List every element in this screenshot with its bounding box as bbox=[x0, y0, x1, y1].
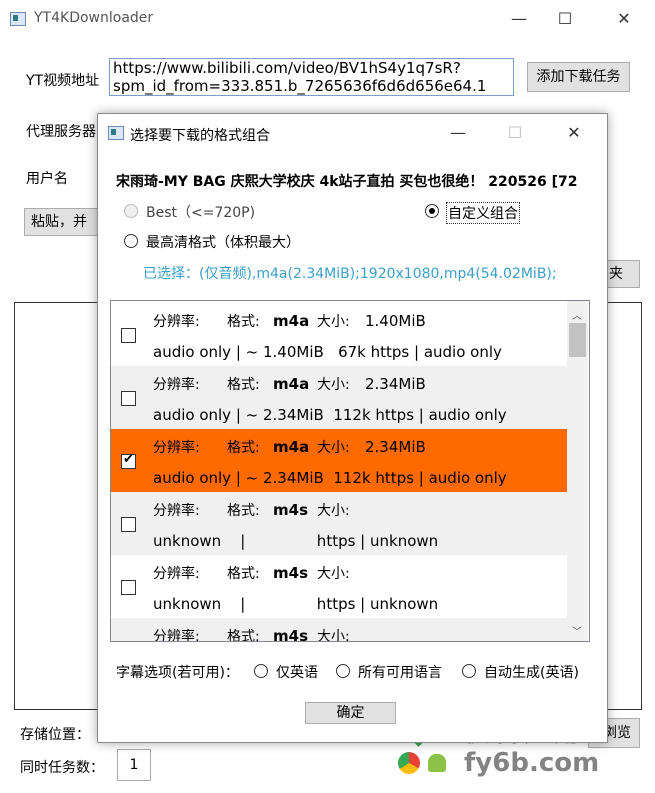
paste-button[interactable]: 粘贴，并 bbox=[24, 208, 104, 236]
format-list[interactable]: 分辨率: 格式: m4a 大小: 1.40MiB audio only | ~ 1.40M… bbox=[110, 300, 590, 642]
username-label: 用户名 bbox=[26, 171, 68, 187]
dialog-minimize-button[interactable]: — bbox=[443, 120, 473, 146]
minimize-button[interactable]: — bbox=[504, 6, 534, 32]
custom-radio[interactable] bbox=[425, 204, 439, 218]
format-row[interactable]: 分辨率: 格式: m4s 大小: bbox=[111, 618, 567, 642]
maximize-button[interactable]: ☐ bbox=[550, 6, 580, 32]
format-value: m4a bbox=[273, 312, 310, 330]
watermark-domain: fy6b.com bbox=[464, 748, 600, 778]
resolution-label: 分辨率: bbox=[153, 566, 200, 582]
dialog-title: 选择要下载的格式组合 bbox=[130, 128, 270, 144]
resolution-label: 分辨率: bbox=[153, 377, 200, 393]
selected-summary: 已选择：(仅音频),m4a(2.34MiB);1920x1080,mp4(54.… bbox=[143, 266, 557, 282]
format-row-detail: audio only | ~ 1.40MiB 67k https | audio… bbox=[153, 343, 502, 361]
scroll-down-icon[interactable]: ﹀ bbox=[572, 623, 582, 638]
size-value: 1.40MiB bbox=[365, 312, 426, 330]
highest-radio[interactable] bbox=[124, 234, 138, 248]
size-label: 大小: bbox=[317, 314, 350, 330]
subtitle-english-radio[interactable] bbox=[254, 664, 268, 678]
proxy-label: 代理服务器 bbox=[26, 124, 96, 140]
window-title-bar: YT4KDownloader — ☐ ✕ bbox=[0, 0, 655, 38]
best-option-label[interactable]: Best（<=720P) bbox=[146, 202, 255, 222]
format-checkbox[interactable]: ✔ bbox=[121, 452, 136, 469]
format-row[interactable]: ✔ 分辨率: 格式: m4a 大小: 2.34MiB audio only | ~ 2.34… bbox=[111, 429, 567, 492]
confirm-button[interactable]: 确定 bbox=[305, 702, 396, 724]
list-scrollbar[interactable]: ︿ ﹀ bbox=[567, 301, 588, 641]
size-value: 2.34MiB bbox=[365, 438, 426, 456]
dialog-title-bar: 选择要下载的格式组合 — ☐ ✕ bbox=[98, 114, 607, 152]
format-checkbox[interactable] bbox=[121, 391, 136, 406]
format-checkbox[interactable] bbox=[121, 580, 136, 595]
subtitle-label: 字幕选项(若可用)： bbox=[116, 665, 239, 681]
subtitle-auto-label[interactable]: 自动生成(英语) bbox=[484, 662, 579, 682]
format-value: m4a bbox=[273, 438, 310, 456]
resolution-label: 分辨率: bbox=[153, 503, 200, 519]
format-row-summary: 分辨率: 格式: m4s 大小: bbox=[153, 626, 365, 642]
check-icon: ✔ bbox=[123, 452, 134, 467]
format-checkbox[interactable] bbox=[121, 328, 136, 343]
format-dialog: 选择要下载的格式组合 — ☐ ✕ 宋雨琦-MY BAG 庆熙大学校庆 4k站子直… bbox=[97, 113, 608, 743]
size-label: 大小: bbox=[317, 377, 350, 393]
format-row-summary: 分辨率: 格式: m4a 大小: 1.40MiB bbox=[153, 311, 426, 331]
app-icon bbox=[10, 12, 26, 26]
format-value: m4s bbox=[273, 564, 308, 582]
concurrent-label: 同时任务数： bbox=[20, 760, 104, 776]
size-label: 大小: bbox=[317, 440, 350, 456]
size-label: 大小: bbox=[317, 629, 350, 642]
scrollbar-thumb[interactable] bbox=[569, 323, 586, 357]
subtitle-auto-radio[interactable] bbox=[462, 664, 476, 678]
storage-label: 存储位置： bbox=[20, 727, 90, 743]
url-value-line1: https://www.bilibili.com/video/BV1hS4y1q… bbox=[113, 59, 461, 77]
format-label: 格式: bbox=[227, 314, 260, 330]
format-row-detail: audio only | ~ 2.34MiB 112k https | audi… bbox=[153, 469, 507, 487]
size-value: 2.34MiB bbox=[365, 375, 426, 393]
subtitle-all-radio[interactable] bbox=[336, 664, 350, 678]
format-row-detail: audio only | ~ 2.34MiB 112k https | audi… bbox=[153, 406, 507, 424]
window-title: YT4KDownloader bbox=[34, 10, 154, 26]
format-row[interactable]: 分辨率: 格式: m4a 大小: 2.34MiB audio only | ~ 2.34M… bbox=[111, 366, 567, 429]
format-row-summary: 分辨率: 格式: m4a 大小: 2.34MiB bbox=[153, 437, 426, 457]
subtitle-all-label[interactable]: 所有可用语言 bbox=[358, 662, 442, 682]
dialog-maximize-button: ☐ bbox=[507, 123, 523, 142]
best-radio[interactable] bbox=[124, 204, 138, 218]
highest-option-label[interactable]: 最高清格式（体积最大） bbox=[146, 232, 300, 252]
scroll-up-icon[interactable]: ︿ bbox=[572, 307, 582, 322]
dialog-close-button[interactable]: ✕ bbox=[559, 120, 589, 146]
format-row-detail: unknown | https | unknown bbox=[153, 532, 439, 550]
size-label: 大小: bbox=[317, 503, 350, 519]
video-title: 宋雨琦-MY BAG 庆熙大学校庆 4k站子直拍 买包也很绝！ 220526 [… bbox=[116, 174, 578, 190]
format-value: m4s bbox=[273, 501, 308, 519]
format-value: m4a bbox=[273, 375, 310, 393]
resolution-label: 分辨率: bbox=[153, 440, 200, 456]
format-row-detail: unknown | https | unknown bbox=[153, 595, 439, 613]
concurrent-input[interactable]: 1 bbox=[117, 749, 151, 781]
subtitle-english-label[interactable]: 仅英语 bbox=[276, 662, 318, 682]
add-task-button[interactable]: 添加下载任务 bbox=[527, 62, 630, 92]
format-value: m4s bbox=[273, 627, 308, 642]
format-row[interactable]: 分辨率: 格式: m4s 大小: unknown | https | unknown bbox=[111, 555, 567, 618]
format-row-summary: 分辨率: 格式: m4s 大小: bbox=[153, 500, 365, 520]
format-label: 格式: bbox=[227, 629, 260, 642]
format-checkbox[interactable] bbox=[121, 517, 136, 532]
custom-option-label[interactable]: 自定义组合 bbox=[446, 202, 520, 224]
format-label: 格式: bbox=[227, 566, 260, 582]
dialog-icon bbox=[108, 126, 124, 140]
format-row[interactable]: 分辨率: 格式: m4a 大小: 1.40MiB audio only | ~ 1.40M… bbox=[111, 303, 567, 366]
size-label: 大小: bbox=[317, 566, 350, 582]
format-label: 格式: bbox=[227, 377, 260, 393]
format-label: 格式: bbox=[227, 440, 260, 456]
url-input[interactable]: https://www.bilibili.com/video/BV1hS4y1q… bbox=[109, 58, 514, 96]
url-label: YT视频地址 bbox=[26, 73, 100, 89]
close-button[interactable]: ✕ bbox=[609, 6, 639, 32]
format-row[interactable]: 分辨率: 格式: m4s 大小: unknown | https | unknown bbox=[111, 492, 567, 555]
resolution-label: 分辨率: bbox=[153, 629, 200, 642]
url-value-line2: spm_id_from=333.851.b_7265636f6d6d656e64… bbox=[113, 77, 487, 95]
resolution-label: 分辨率: bbox=[153, 314, 200, 330]
android-icon bbox=[428, 754, 446, 772]
chrome-icon bbox=[398, 752, 420, 774]
format-label: 格式: bbox=[227, 503, 260, 519]
format-row-summary: 分辨率: 格式: m4a 大小: 2.34MiB bbox=[153, 374, 426, 394]
format-row-summary: 分辨率: 格式: m4s 大小: bbox=[153, 563, 365, 583]
